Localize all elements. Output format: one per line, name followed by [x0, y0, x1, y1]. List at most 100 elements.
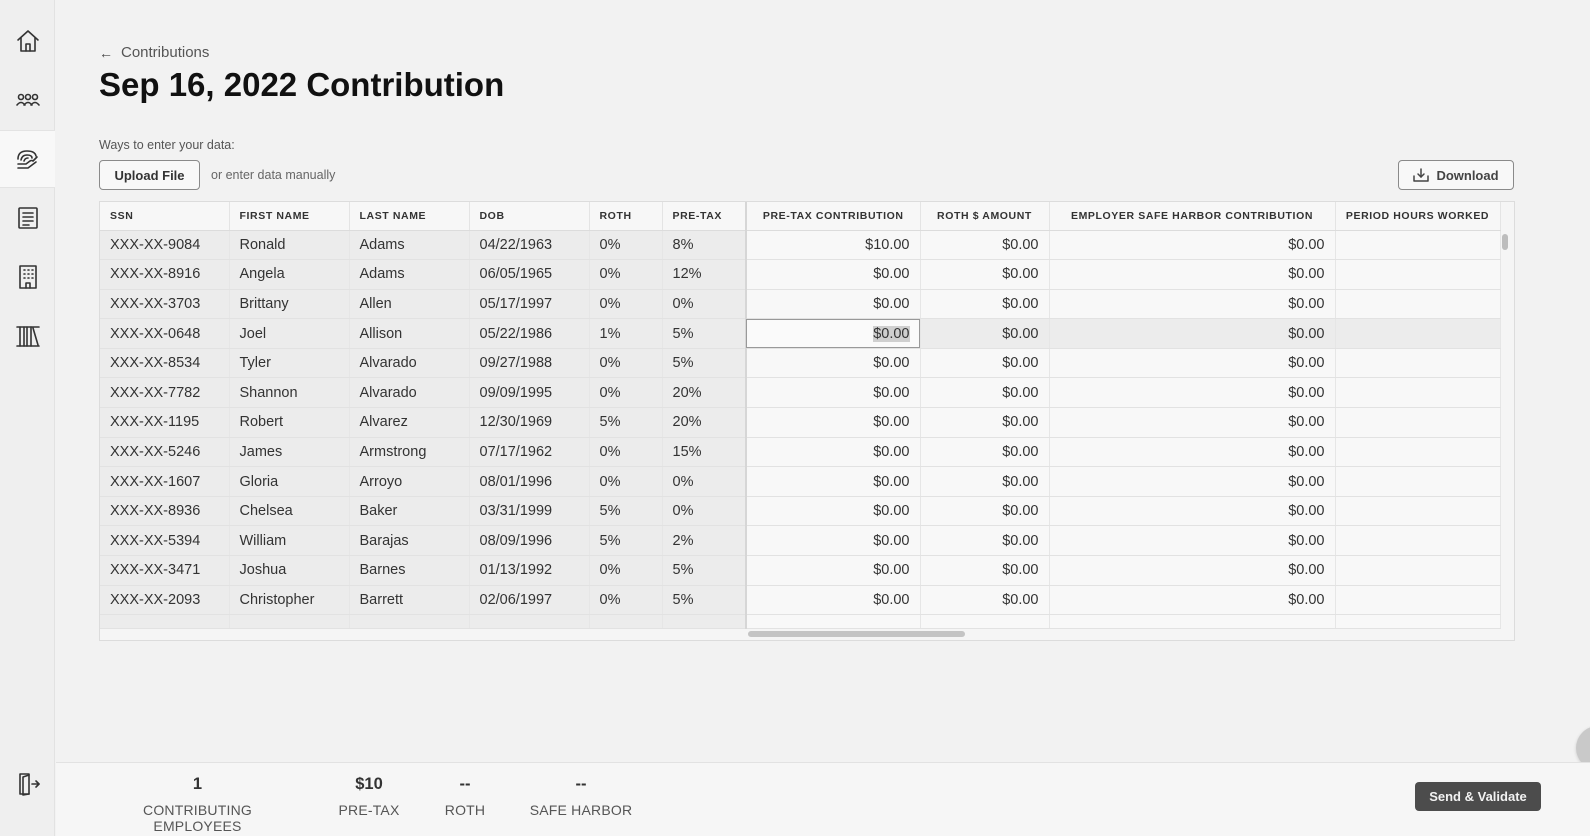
roth-amount-cell[interactable]: $0.00 [920, 525, 1050, 557]
pre-tax-contribution-cell[interactable]: $0.00 [745, 585, 921, 616]
breadcrumb[interactable]: ← Contributions [99, 44, 209, 61]
sidebar-item-documents[interactable] [0, 189, 55, 247]
sidebar-item-logout[interactable] [0, 755, 55, 813]
safe-harbor-cell[interactable]: $0.00 [1049, 496, 1336, 527]
table-row[interactable]: XXX-XX-1607 Gloria Arroyo 08/01/1996 0% 0% $0.… [100, 466, 1501, 497]
roth-amount-cell[interactable]: $0.00 [920, 348, 1050, 379]
stat-contributing-employees: 1 CONTRIBUTING EMPLOYEES [99, 775, 296, 834]
pre-tax-contribution-cell[interactable]: $0.00 [745, 437, 921, 468]
pre-tax-contribution-cell[interactable]: $0.00 [745, 496, 921, 527]
table-row[interactable]: XXX-XX-1195 Robert Alvarez 12/30/1969 5% 20% $… [100, 407, 1501, 438]
entry-methods-label: Ways to enter your data: [99, 138, 235, 152]
roth-amount-cell[interactable]: $0.00 [920, 466, 1050, 497]
table-row[interactable]: XXX-XX-7782 Shannon Alvarado 09/09/1995 0% 20… [100, 377, 1501, 409]
pre-tax-contribution-cell[interactable]: $10.00 [745, 230, 921, 261]
safe-harbor-cell[interactable]: $0.00 [1049, 407, 1336, 438]
roth-amount-cell[interactable]: $0.00 [920, 230, 1050, 261]
hours-worked-cell[interactable] [1335, 466, 1501, 497]
hours-worked-cell[interactable] [1335, 348, 1501, 379]
safe-harbor-cell[interactable]: $0.00 [1049, 466, 1336, 497]
safe-harbor-cell[interactable]: $0.00 [1049, 289, 1336, 320]
hours-worked-cell[interactable] [1335, 377, 1501, 409]
table-row[interactable]: XXX-XX-8936 Chelsea Baker 03/31/1999 5% 0% $0.… [100, 496, 1501, 527]
ssn-cell: XXX-XX-9084 [100, 230, 230, 261]
sidebar-item-home[interactable] [0, 12, 55, 70]
safe-harbor-cell[interactable]: $0.00 [1049, 230, 1336, 261]
roth-cell: 0% [589, 555, 663, 586]
safe-harbor-cell[interactable]: $0.00 [1049, 377, 1336, 409]
table-row[interactable]: XXX-XX-9084 Ronald Adams 04/22/1963 0% 8% $10.… [100, 230, 1501, 261]
pre-tax-cell: 0% [662, 496, 747, 527]
pre-tax-contribution-cell[interactable]: $0.00 [745, 407, 921, 438]
pre-tax-contribution-cell[interactable]: $0.00 [745, 555, 921, 586]
hours-worked-cell[interactable] [1335, 525, 1501, 557]
partial-cell [920, 614, 1050, 630]
column-header-roth-amount[interactable]: ROTH $ AMOUNT [920, 202, 1050, 231]
safe-harbor-cell[interactable]: $0.00 [1049, 259, 1336, 290]
column-header-last-name[interactable]: LAST NAME [349, 202, 470, 231]
roth-amount-cell[interactable]: $0.00 [920, 585, 1050, 616]
vertical-scrollbar[interactable] [1502, 234, 1508, 250]
hours-worked-cell[interactable] [1335, 555, 1501, 586]
download-button[interactable]: Download [1398, 160, 1514, 190]
roth-amount-cell[interactable]: $0.00 [920, 555, 1050, 586]
roth-cell: 0% [589, 466, 663, 497]
pre-tax-contribution-cell[interactable]: $0.00 [745, 377, 921, 409]
roth-amount-cell[interactable]: $0.00 [920, 377, 1050, 409]
column-header-ssn[interactable]: SSN [100, 202, 230, 231]
column-header-pre-tax[interactable]: PRE-TAX [662, 202, 747, 231]
column-header-first-name[interactable]: FIRST NAME [229, 202, 350, 231]
pre-tax-contribution-cell[interactable]: $0.00 [745, 318, 921, 349]
table-row[interactable]: XXX-XX-8916 Angela Adams 06/05/1965 0% 12% $0.… [100, 259, 1501, 290]
table-row[interactable]: XXX-XX-2093 Christopher Barrett 02/06/1997 0… [100, 585, 1501, 616]
breadcrumb-link[interactable]: Contributions [121, 44, 209, 61]
pre-tax-contribution-cell[interactable]: $0.00 [745, 259, 921, 290]
hours-worked-cell[interactable] [1335, 289, 1501, 320]
column-header-safe-harbor[interactable]: EMPLOYER SAFE HARBOR CONTRIBUTION [1049, 202, 1336, 231]
upload-file-button[interactable]: Upload File [99, 160, 200, 190]
safe-harbor-cell[interactable]: $0.00 [1049, 437, 1336, 468]
hours-worked-cell[interactable] [1335, 496, 1501, 527]
column-header-roth[interactable]: ROTH [589, 202, 663, 231]
roth-amount-cell[interactable]: $0.00 [920, 496, 1050, 527]
sidebar-item-contributions[interactable] [0, 130, 55, 188]
ssn-cell: XXX-XX-8916 [100, 259, 230, 290]
hours-worked-cell[interactable] [1335, 437, 1501, 468]
pre-tax-contribution-cell[interactable]: $0.00 [745, 289, 921, 320]
roth-amount-cell[interactable]: $0.00 [920, 289, 1050, 320]
horizontal-scrollbar[interactable] [748, 631, 965, 637]
hours-worked-cell[interactable] [1335, 230, 1501, 261]
sidebar-item-people[interactable] [0, 71, 55, 129]
sidebar-item-company[interactable] [0, 248, 55, 306]
selected-cell-text[interactable]: $0.00 [873, 325, 910, 342]
table-row[interactable]: XXX-XX-0648 Joel Allison 05/22/1986 1% 5% $0.0… [100, 318, 1501, 349]
dob-cell: 05/22/1986 [469, 318, 590, 349]
hours-worked-cell[interactable] [1335, 318, 1501, 349]
hours-worked-cell[interactable] [1335, 585, 1501, 616]
safe-harbor-cell[interactable]: $0.00 [1049, 555, 1336, 586]
sidebar-item-library[interactable] [0, 307, 55, 365]
column-header-pre-tax-contribution[interactable]: PRE-TAX CONTRIBUTION [745, 202, 921, 231]
roth-amount-cell[interactable]: $0.00 [920, 437, 1050, 468]
table-row[interactable]: XXX-XX-5394 William Barajas 08/09/1996 5% 2% $… [100, 525, 1501, 557]
table-row[interactable]: XXX-XX-3703 Brittany Allen 05/17/1997 0% 0% $0… [100, 289, 1501, 320]
safe-harbor-cell[interactable]: $0.00 [1049, 525, 1336, 557]
hours-worked-cell[interactable] [1335, 407, 1501, 438]
pre-tax-contribution-cell[interactable]: $0.00 [745, 466, 921, 497]
safe-harbor-cell[interactable]: $0.00 [1049, 318, 1336, 349]
pre-tax-contribution-cell[interactable]: $0.00 [745, 348, 921, 379]
send-validate-button[interactable]: Send & Validate [1415, 782, 1541, 811]
column-header-dob[interactable]: DOB [469, 202, 590, 231]
safe-harbor-cell[interactable]: $0.00 [1049, 348, 1336, 379]
roth-amount-cell[interactable]: $0.00 [920, 318, 1050, 349]
table-row[interactable]: XXX-XX-3471 Joshua Barnes 01/13/1992 0% 5% $0.… [100, 555, 1501, 586]
roth-amount-cell[interactable]: $0.00 [920, 259, 1050, 290]
roth-amount-cell[interactable]: $0.00 [920, 407, 1050, 438]
pre-tax-contribution-cell[interactable]: $0.00 [745, 525, 921, 557]
hours-worked-cell[interactable] [1335, 259, 1501, 290]
table-row[interactable]: XXX-XX-5246 James Armstrong 07/17/1962 0% 15%… [100, 437, 1501, 468]
table-row[interactable]: XXX-XX-8534 Tyler Alvarado 09/27/1988 0% 5% $0… [100, 348, 1501, 379]
column-header-hours-worked[interactable]: PERIOD HOURS WORKED [1335, 202, 1501, 231]
safe-harbor-cell[interactable]: $0.00 [1049, 585, 1336, 616]
contributions-table[interactable]: SSN FIRST NAME LAST NAME DOB ROTH PRE-TA… [99, 201, 1515, 641]
